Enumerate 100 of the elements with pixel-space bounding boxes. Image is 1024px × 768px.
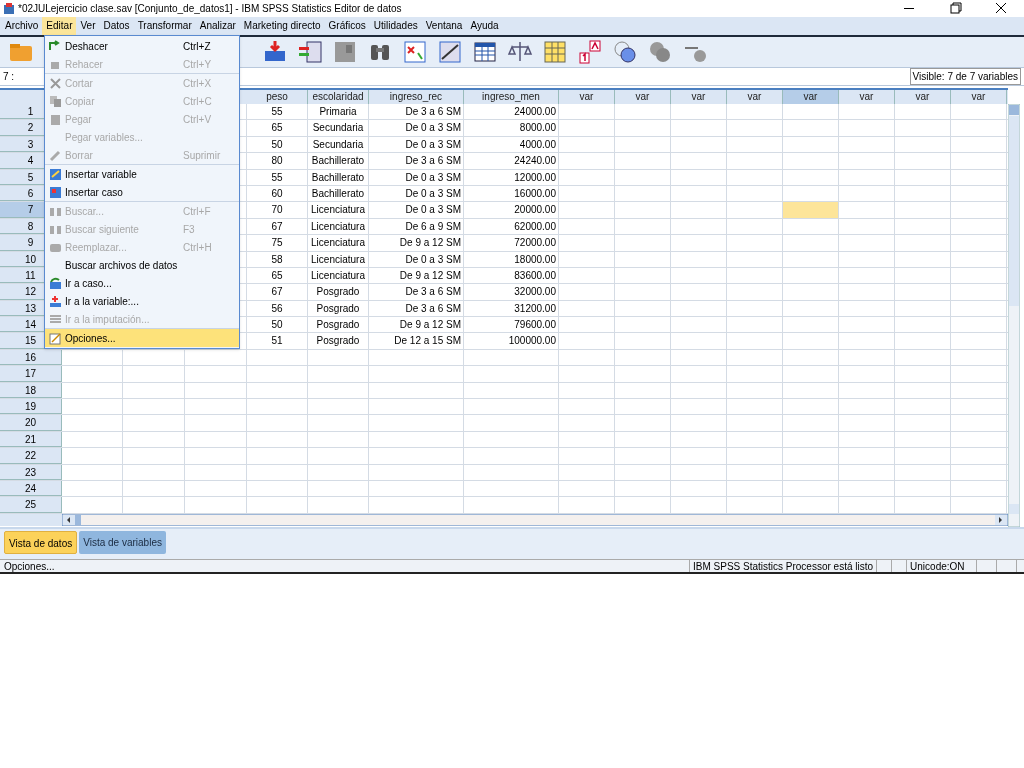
- undo-icon: [49, 39, 62, 53]
- table-cell: 31200.00: [464, 300, 559, 317]
- table-cell: De 0 a 3 SM: [369, 169, 464, 185]
- menu-item[interactable]: Archivo: [1, 17, 43, 35]
- table-cell: 65: [247, 267, 308, 284]
- app-icon: [3, 2, 15, 15]
- table-cell: 50: [247, 136, 308, 153]
- cell-reference: 7 :: [2, 70, 16, 84]
- table-cell: 55: [247, 104, 308, 120]
- go-to-case-icon: [49, 276, 62, 290]
- column-header[interactable]: peso: [247, 90, 308, 104]
- column-header[interactable]: var: [895, 90, 951, 104]
- menu-item[interactable]: Transformar: [133, 17, 196, 35]
- go-to-variable-icon: [49, 294, 62, 308]
- status-message: Opciones...: [0, 560, 690, 572]
- column-header[interactable]: var: [559, 90, 615, 104]
- table-cell: De 3 a 6 SM: [369, 284, 464, 300]
- table-cell: De 0 a 3 SM: [369, 120, 464, 136]
- menu-item[interactable]: Editar: [42, 17, 77, 35]
- menu-item[interactable]: Datos: [99, 17, 134, 35]
- table-cell: 18000.00: [464, 251, 559, 267]
- table-cell: 24240.00: [464, 153, 559, 169]
- table-cell: 16000.00: [464, 185, 559, 202]
- clipboard-icon: [49, 112, 62, 126]
- table-cell: 20000.00: [464, 202, 559, 218]
- menu-item[interactable]: Analizar: [195, 17, 240, 35]
- table-cell: De 9 a 12 SM: [369, 267, 464, 284]
- column-header[interactable]: escolaridad: [308, 90, 369, 104]
- table-cell: De 0 a 3 SM: [369, 136, 464, 153]
- table-cell: 72000.00: [464, 235, 559, 251]
- table-cell: 65: [247, 120, 308, 136]
- table-cell: 80: [247, 153, 308, 169]
- table-cell: 83600.00: [464, 267, 559, 284]
- imputation-icon: [49, 312, 62, 326]
- table-cell: Posgrado: [308, 333, 369, 349]
- table-cell: Licenciatura: [308, 202, 369, 218]
- table-cell: 50: [247, 317, 308, 333]
- menu-entry[interactable]: Insertar variable: [45, 164, 239, 183]
- column-header[interactable]: ingreso_men: [464, 90, 559, 104]
- table-cell: De 0 a 3 SM: [369, 251, 464, 267]
- table-cell: 75: [247, 235, 308, 251]
- encoding-status: Unicode:ON: [907, 560, 978, 572]
- circles-icon[interactable]: [612, 39, 638, 65]
- table-cell: Bachillerato: [308, 153, 369, 169]
- table-cell: Posgrado: [308, 317, 369, 333]
- row-number[interactable]: 25: [0, 497, 62, 513]
- table-cell: De 9 a 12 SM: [369, 235, 464, 251]
- menu-entry[interactable]: Deshacer Ctrl+Z: [45, 37, 239, 55]
- menu-item[interactable]: Ayuda: [466, 17, 503, 35]
- table-cell: 32000.00: [464, 284, 559, 300]
- table-cell: 67: [247, 218, 308, 235]
- table-cell: De 9 a 12 SM: [369, 317, 464, 333]
- copy-icon: [49, 94, 62, 108]
- grid-icon[interactable]: [542, 39, 568, 65]
- table-cell: 70: [247, 202, 308, 218]
- table-cell: 51: [247, 333, 308, 349]
- visible-variables: Visible: 7 de 7 variables: [909, 68, 1021, 85]
- table-cell: 56: [247, 300, 308, 317]
- table-cell: Posgrado: [308, 300, 369, 317]
- view-tab[interactable]: Vista de variables: [79, 531, 166, 554]
- table-cell: De 0 a 3 SM: [369, 185, 464, 202]
- table-cell: 8000.00: [464, 120, 559, 136]
- table-cell: De 12 a 15 SM: [369, 333, 464, 349]
- vertical-scrollbar[interactable]: [1008, 104, 1020, 527]
- table-cell: Licenciatura: [308, 235, 369, 251]
- circles-icon[interactable]: [647, 39, 673, 65]
- table-cell: 100000.00: [464, 333, 559, 349]
- table-icon[interactable]: [472, 39, 498, 65]
- table-cell: Posgrado: [308, 284, 369, 300]
- table-cell: Licenciatura: [308, 218, 369, 235]
- column-header[interactable]: var: [951, 90, 1007, 104]
- table-arrows-icon[interactable]: [297, 39, 323, 65]
- table-cell: 12000.00: [464, 169, 559, 185]
- eraser-icon: [49, 148, 62, 162]
- window-title: *02JULejercicio clase.sav [Conjunto_de_datos1] - IBM SPSS Statistics Editor de datos: [18, 2, 402, 16]
- table-cell: Bachillerato: [308, 169, 369, 185]
- column-header[interactable]: var: [839, 90, 895, 104]
- table-cell: 79600.00: [464, 317, 559, 333]
- column-header[interactable]: ingreso_rec: [369, 90, 464, 104]
- row-number[interactable]: 20: [0, 415, 62, 431]
- table-cell: Bachillerato: [308, 185, 369, 202]
- column-header[interactable]: var: [671, 90, 727, 104]
- table-cell: Secundaria: [308, 120, 369, 136]
- column-header[interactable]: var: [783, 90, 839, 104]
- table-cell: 4000.00: [464, 136, 559, 153]
- column-header[interactable]: var: [615, 90, 671, 104]
- view-tab[interactable]: Vista de datos: [4, 531, 78, 554]
- menu-item[interactable]: Ventana: [421, 17, 467, 35]
- menu-item[interactable]: Marketing directo: [239, 17, 325, 35]
- table-cell: De 3 a 6 SM: [369, 153, 464, 169]
- table-cell: 67: [247, 284, 308, 300]
- menu-item[interactable]: Gráficos: [324, 17, 370, 35]
- menu-entry[interactable]: Opciones...: [45, 328, 239, 347]
- menu-item[interactable]: Utilidades: [369, 17, 422, 35]
- processor-status: IBM SPSS Statistics Processor está listo: [690, 560, 878, 572]
- row-number[interactable]: 22: [0, 448, 62, 464]
- menu-item[interactable]: Ver: [76, 17, 100, 35]
- row-number[interactable]: 19: [0, 399, 62, 415]
- row-number[interactable]: 17: [0, 366, 62, 382]
- insert-variable-icon: [49, 167, 62, 181]
